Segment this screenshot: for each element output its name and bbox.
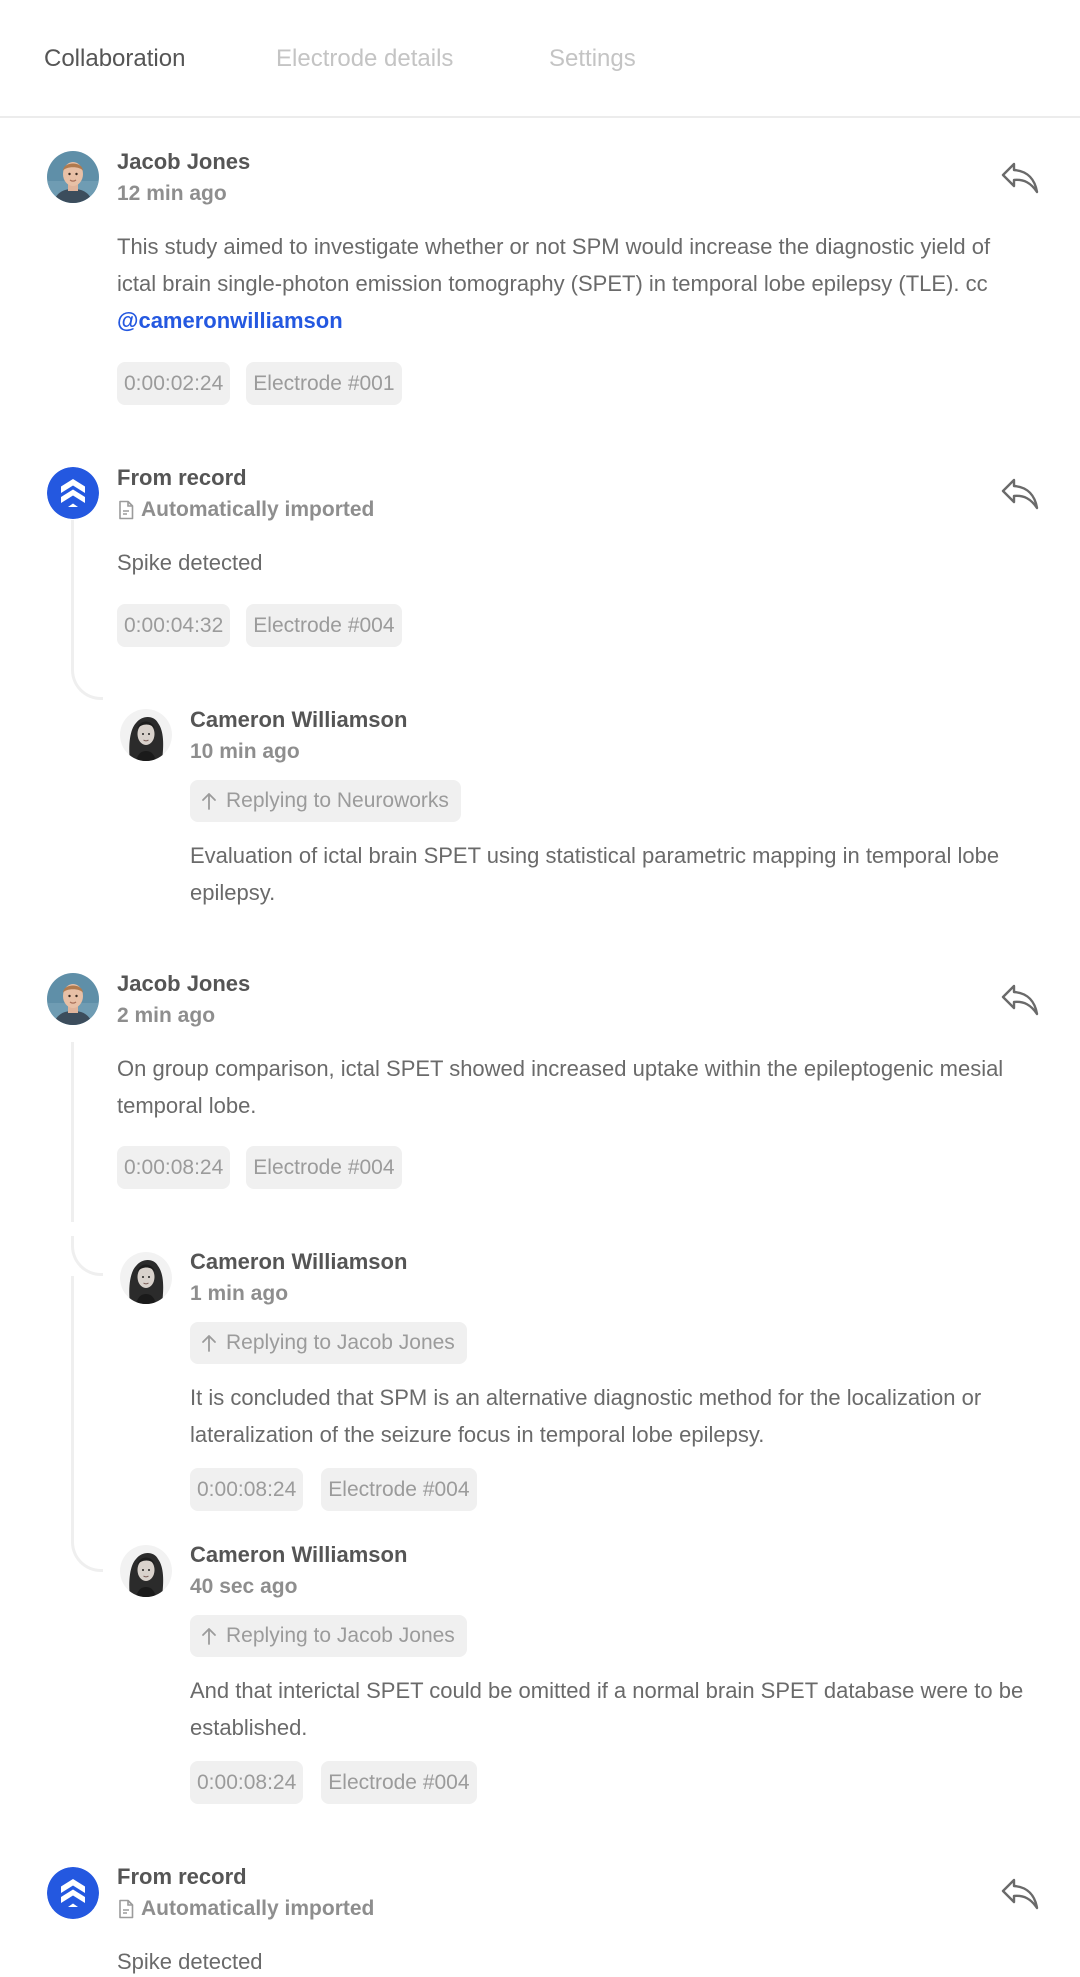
author-name: Cameron Williamson	[190, 1249, 408, 1274]
thread-connector	[71, 660, 103, 700]
chip-group: 0:00:08:24 Electrode #004	[117, 1146, 402, 1189]
comment-text: On group comparison, ictal SPET showed i…	[117, 1056, 1004, 1118]
timestamp: 1 min ago	[190, 1282, 289, 1305]
source-label: Automatically imported	[117, 1895, 374, 1923]
comment-text: And that interictal SPET could be omitte…	[190, 1678, 1024, 1740]
replying-to-text: Replying to Jacob Jones	[226, 1331, 455, 1354]
timestamp-chip[interactable]: 0:00:04:32	[117, 604, 231, 647]
mention-link[interactable]: @cameronwilliamson	[117, 308, 343, 333]
reply-button[interactable]	[1000, 476, 1040, 512]
replying-to-text: Replying to Neuroworks	[226, 789, 449, 812]
electrode-chip[interactable]: Electrode #004	[321, 1761, 477, 1804]
neuroworks-logo-avatar	[47, 467, 99, 519]
chip-group: 0:00:04:32 Electrode #004	[117, 604, 402, 647]
document-icon	[117, 500, 135, 520]
tab-bar: Collaboration Electrode details Settings	[0, 0, 1080, 118]
timestamp-chip[interactable]: 0:00:02:24	[117, 362, 231, 405]
chip-group: 0:00:08:24 Electrode #004	[190, 1761, 477, 1804]
electrode-chip[interactable]: Electrode #001	[246, 362, 402, 405]
author-name: Cameron Williamson	[190, 1542, 408, 1567]
tab-collaboration[interactable]: Collaboration	[44, 44, 185, 74]
comment-text: This study aimed to investigate whether …	[117, 228, 1017, 339]
author-name: From record	[117, 1864, 247, 1889]
timestamp-chip[interactable]: 0:00:08:24	[117, 1146, 231, 1189]
source-text: Automatically imported	[141, 1897, 375, 1920]
neuroworks-logo-avatar	[47, 1867, 99, 1919]
electrode-chip[interactable]: Electrode #004	[246, 604, 402, 647]
avatar	[120, 1545, 172, 1597]
comment-text: Evaluation of ictal brain SPET using sta…	[190, 843, 1000, 905]
chip-group: 0:00:08:24 Electrode #004	[190, 1468, 477, 1511]
reply-button[interactable]	[1000, 1876, 1040, 1912]
replying-to-text: Replying to Jacob Jones	[226, 1624, 455, 1647]
avatar	[120, 1252, 172, 1304]
arrow-up-icon	[200, 791, 218, 811]
author-name: From record	[117, 465, 247, 490]
thread-connector	[71, 1236, 103, 1276]
avatar	[120, 709, 172, 761]
author-name: Jacob Jones	[117, 149, 251, 174]
electrode-chip[interactable]: Electrode #004	[321, 1468, 477, 1511]
timestamp-chip[interactable]: 0:00:08:24	[190, 1761, 304, 1804]
avatar	[47, 973, 99, 1025]
source-label: Automatically imported	[117, 496, 374, 524]
thread-line	[71, 1042, 74, 1222]
comment-text-body: This study aimed to investigate whether …	[117, 234, 991, 296]
comment-text: Spike detected	[117, 1949, 263, 1974]
arrow-up-icon	[200, 1333, 218, 1353]
timestamp: 40 sec ago	[190, 1575, 298, 1598]
replying-to-badge[interactable]: Replying to Jacob Jones	[190, 1322, 467, 1364]
thread-line	[71, 1276, 74, 1536]
replying-to-badge[interactable]: Replying to Jacob Jones	[190, 1615, 467, 1657]
reply-button[interactable]	[1000, 160, 1040, 196]
author-name: Jacob Jones	[117, 971, 251, 996]
replying-to-badge[interactable]: Replying to Neuroworks	[190, 780, 461, 822]
thread-line	[71, 520, 74, 670]
reply-icon	[1000, 476, 1040, 512]
source-text: Automatically imported	[141, 498, 375, 521]
timestamp: 12 min ago	[117, 182, 227, 205]
timestamp: 10 min ago	[190, 740, 300, 763]
avatar	[47, 151, 99, 203]
reply-button[interactable]	[1000, 982, 1040, 1018]
tab-settings[interactable]: Settings	[549, 44, 636, 74]
reply-icon	[1000, 982, 1040, 1018]
comment-text: Spike detected	[117, 550, 263, 575]
author-name: Cameron Williamson	[190, 707, 408, 732]
timestamp-chip[interactable]: 0:00:08:24	[190, 1468, 304, 1511]
chip-group: 0:00:02:24 Electrode #001	[117, 362, 402, 405]
reply-icon	[1000, 160, 1040, 196]
comment-text: It is concluded that SPM is an alternati…	[190, 1385, 982, 1447]
thread-connector	[71, 1532, 103, 1572]
electrode-chip[interactable]: Electrode #004	[246, 1146, 402, 1189]
arrow-up-icon	[200, 1626, 218, 1646]
reply-icon	[1000, 1876, 1040, 1912]
timestamp: 2 min ago	[117, 1004, 216, 1027]
document-icon	[117, 1899, 135, 1919]
tab-electrode-details[interactable]: Electrode details	[276, 44, 453, 74]
